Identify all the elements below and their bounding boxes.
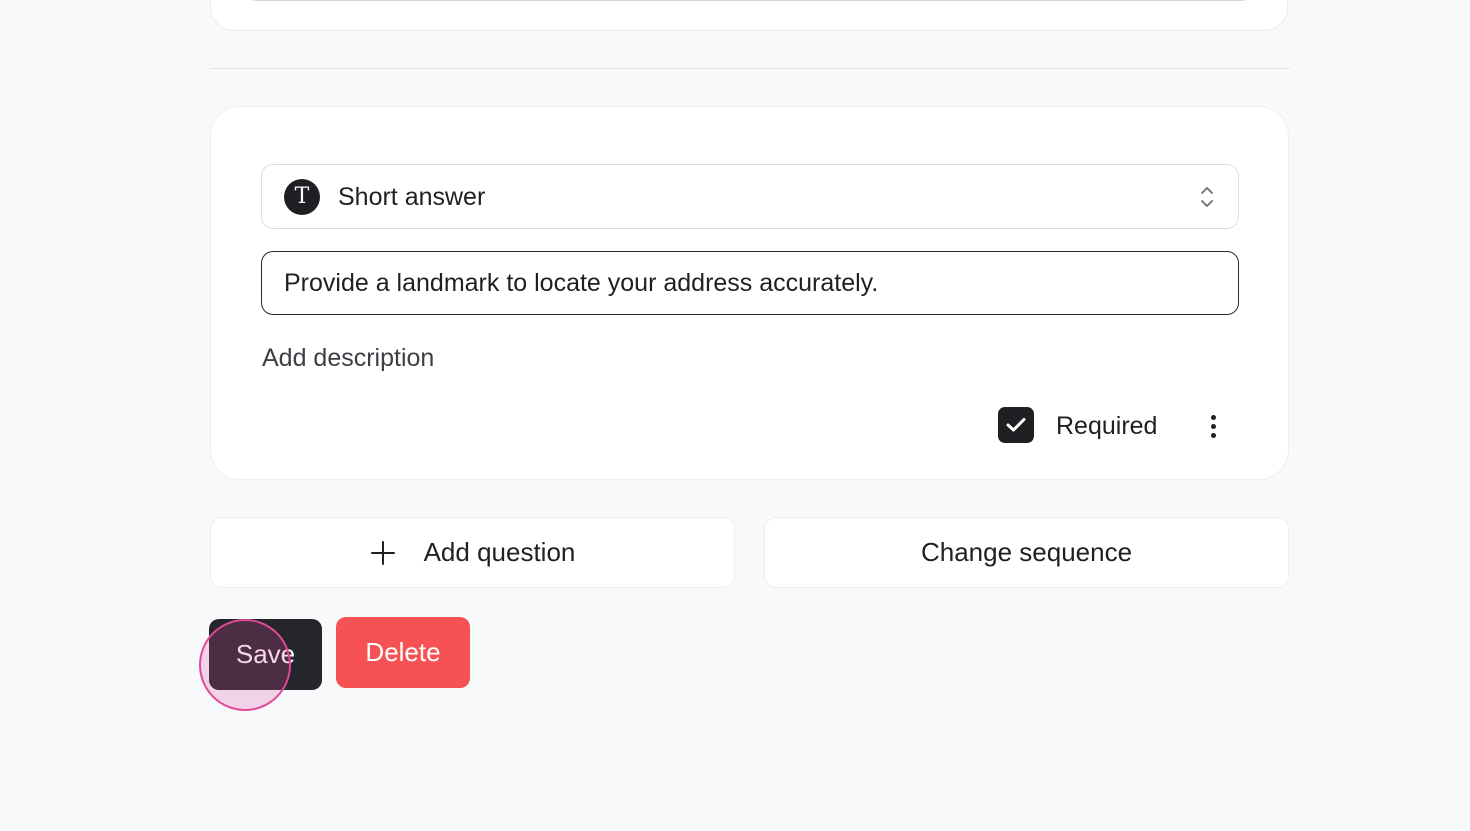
add-question-label: Add question [423,537,576,567]
question-text-input[interactable] [261,251,1239,315]
required-checkbox[interactable] [998,407,1034,443]
section-divider [210,68,1290,69]
delete-label: Delete [365,637,441,667]
question-type-label: Short answer [338,183,486,211]
previous-question-card [210,0,1288,31]
previous-question-field[interactable] [245,0,1253,1]
delete-button[interactable]: Delete [336,617,470,688]
required-label: Required [1056,412,1158,440]
text-type-icon: T [284,179,320,215]
add-question-button[interactable]: Add question [210,517,735,588]
question-card: T Short answer Add description Required [210,106,1289,480]
add-description-link[interactable]: Add description [262,343,434,373]
form-editor-page: T Short answer Add description Required … [0,0,1470,831]
save-label: Save [235,639,296,669]
question-type-select[interactable]: T Short answer [261,164,1239,229]
change-sequence-label: Change sequence [920,537,1133,567]
chevron-updown-icon [1201,187,1213,207]
plus-icon [370,540,396,566]
change-sequence-button[interactable]: Change sequence [764,517,1289,588]
save-button[interactable]: Save [209,619,322,690]
checkmark-icon [1006,418,1026,432]
more-options-icon[interactable] [1201,411,1225,441]
